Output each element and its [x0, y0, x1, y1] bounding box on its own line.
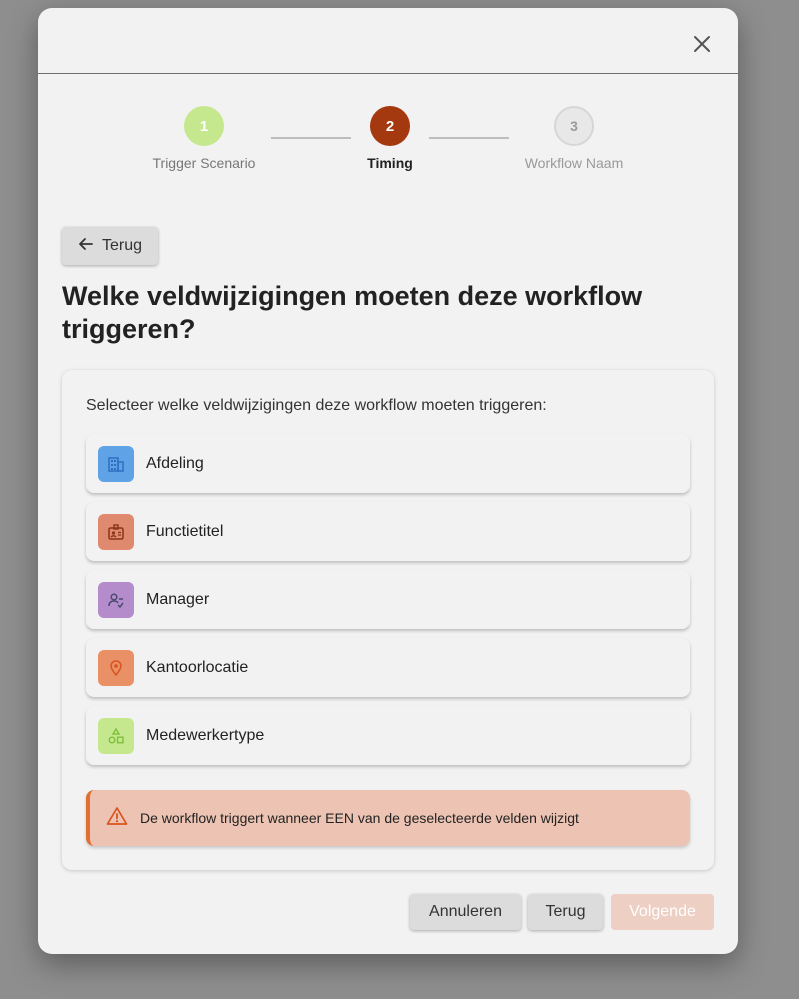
- step-number: 3: [554, 106, 594, 146]
- field-label: Kantoorlocatie: [146, 658, 249, 676]
- step-workflow-naam: 3 Workflow Naam: [504, 106, 644, 171]
- alert-text: De workflow triggert wanneer EEN van de …: [140, 810, 579, 826]
- field-label: Medewerkertype: [146, 726, 265, 744]
- field-option-medewerkertype[interactable]: Medewerkertype: [86, 706, 690, 765]
- field-option-manager[interactable]: Manager: [86, 570, 690, 629]
- step-label: Workflow Naam: [524, 155, 624, 171]
- location-pin-icon: [98, 649, 134, 686]
- dialog-header: [38, 8, 738, 74]
- card-intro-text: Selecteer welke veldwijzigingen deze wor…: [86, 397, 547, 414]
- step-label: Timing: [367, 155, 413, 171]
- field-list: Afdeling Functietitel Manager Kantoorloc…: [86, 434, 690, 774]
- step-timing: 2 Timing: [320, 106, 460, 171]
- workflow-dialog: 1 Trigger Scenario 2 Timing 3 Workflow N…: [38, 8, 738, 954]
- cancel-button[interactable]: Annuleren: [410, 894, 521, 930]
- step-number: 1: [184, 106, 224, 146]
- info-alert: De workflow triggert wanneer EEN van de …: [86, 790, 690, 846]
- manager-icon: [98, 581, 134, 618]
- step-trigger-scenario: 1 Trigger Scenario: [134, 106, 274, 171]
- category-shapes-icon: [98, 717, 134, 754]
- field-label: Functietitel: [146, 522, 224, 540]
- next-button[interactable]: Volgende: [611, 894, 714, 930]
- step-number: 2: [370, 106, 410, 146]
- close-icon[interactable]: [690, 32, 714, 56]
- back-link-button[interactable]: Terug: [62, 227, 159, 265]
- field-label: Afdeling: [146, 454, 204, 472]
- field-label: Manager: [146, 590, 210, 608]
- back-button[interactable]: Terug: [528, 894, 603, 930]
- field-option-afdeling[interactable]: Afdeling: [86, 434, 690, 493]
- field-option-kantoorlocatie[interactable]: Kantoorlocatie: [86, 638, 690, 697]
- step-label: Trigger Scenario: [152, 155, 256, 171]
- arrow-left-icon: [78, 236, 94, 257]
- stepper: 1 Trigger Scenario 2 Timing 3 Workflow N…: [38, 106, 738, 186]
- warning-icon: [106, 806, 128, 831]
- field-option-functietitel[interactable]: Functietitel: [86, 502, 690, 561]
- back-link-label: Terug: [102, 237, 143, 254]
- building-icon: [98, 445, 134, 482]
- field-selection-card: Selecteer welke veldwijzigingen deze wor…: [62, 370, 714, 870]
- badge-icon: [98, 513, 134, 550]
- page-title: Welke veldwijzigingen moeten deze workfl…: [62, 281, 643, 344]
